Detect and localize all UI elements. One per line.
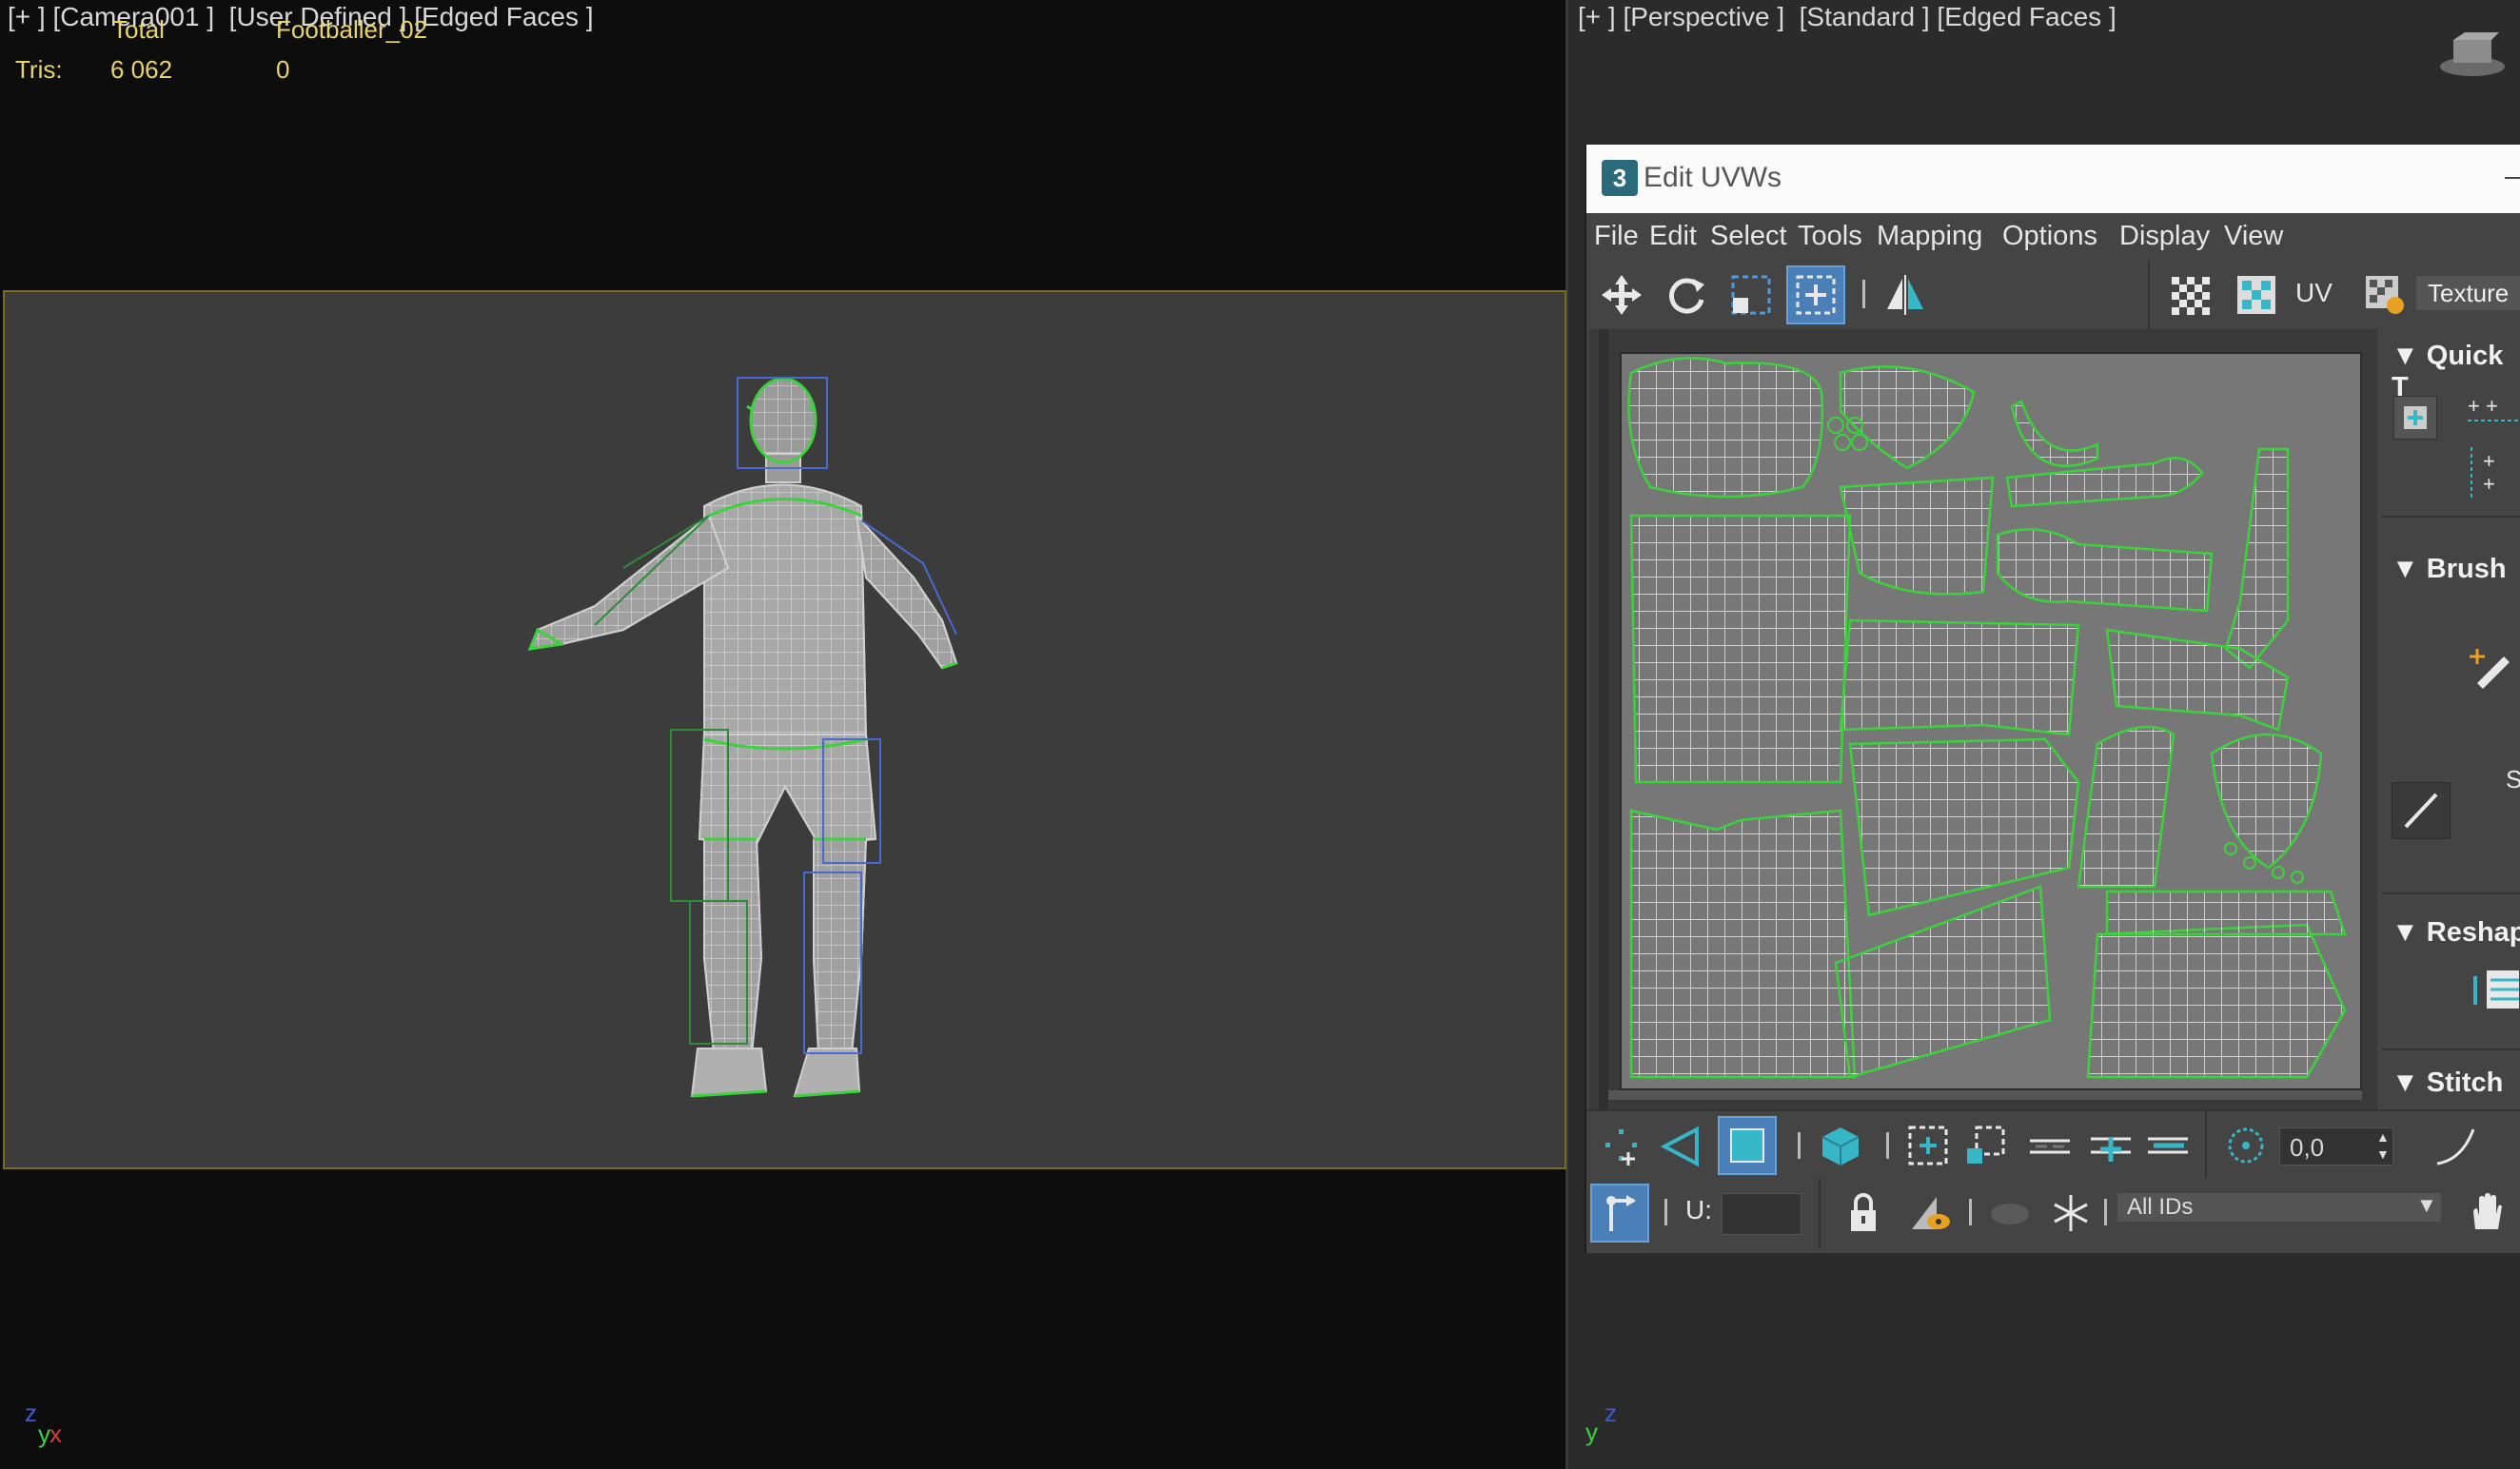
brush-line-icon[interactable]	[2392, 782, 2451, 839]
svg-text:+ +: + +	[2468, 394, 2498, 418]
brush-partial-label: S	[2506, 765, 2520, 793]
uvw-window-title: Edit UVWs	[1644, 162, 1782, 193]
options-toolbar: U: All IDs ▼	[1586, 1178, 2520, 1249]
svg-text:+: +	[2483, 449, 2495, 473]
toolbar-divider	[2148, 261, 2150, 329]
falloff-curve-icon[interactable]	[2426, 1116, 2485, 1175]
toolbar-divider	[1819, 1178, 1821, 1249]
rollout-divider	[2382, 516, 2520, 518]
pivot-transform-icon[interactable]	[1590, 1184, 1649, 1243]
toolbar-divider	[1886, 1132, 1889, 1159]
loop-select-icon[interactable]	[2020, 1116, 2079, 1175]
checker-grid-icon[interactable]	[2160, 265, 2219, 324]
uvw-title-bar[interactable]: 3 Edit UVWs	[1586, 145, 2520, 213]
rollout-stitch-label: Stitch	[2426, 1067, 2504, 1098]
uv-toggle-label[interactable]: UV	[2295, 278, 2333, 308]
menu-options[interactable]: Options	[2002, 221, 2097, 252]
loop-grow-icon[interactable]	[2081, 1116, 2140, 1175]
menu-display[interactable]: Display	[2119, 221, 2210, 252]
reshape-straighten-icon[interactable]	[2468, 963, 2520, 1016]
hide-selection-icon[interactable]	[1980, 1184, 2039, 1243]
texture-dropdown[interactable]: Texture	[2416, 276, 2520, 310]
texture-settings-icon[interactable]	[2355, 265, 2414, 324]
shrink-selection-icon[interactable]	[1956, 1116, 2015, 1175]
lock-selection-icon[interactable]	[1834, 1184, 1893, 1243]
rollout-stitch[interactable]: ▼ Stitch	[2392, 1067, 2503, 1099]
pan-hand-icon[interactable]	[2456, 1184, 2515, 1243]
grow-selection-icon[interactable]	[1899, 1116, 1958, 1175]
scale-tool-icon[interactable]	[1722, 265, 1781, 324]
perspective-viewport-label[interactable]: [+ ] [Perspective ] [Standard ] [Edged F…	[1578, 2, 2116, 32]
edge-select-icon[interactable]	[1651, 1116, 1710, 1175]
persp-axis-z-label: z	[1605, 1399, 1617, 1427]
freeze-selection-icon[interactable]	[2041, 1184, 2100, 1243]
app-logo-icon: 3	[1602, 160, 1638, 196]
rollout-reshape[interactable]: ▼ Reshap	[2392, 917, 2520, 949]
rollout-divider	[2382, 1048, 2520, 1050]
vertex-select-icon[interactable]	[1592, 1116, 1651, 1175]
stats-total-header: Total	[112, 15, 165, 44]
minimize-icon[interactable]	[2505, 177, 2520, 179]
rollout-brush-label: Brush	[2426, 554, 2507, 584]
footballer-wireframe-model	[527, 377, 958, 1098]
persp-axis-y-label: y	[1585, 1418, 1598, 1446]
vertical-scrollbar[interactable]	[1599, 329, 1608, 1109]
loop-shrink-icon[interactable]	[2138, 1116, 2197, 1175]
face-select-icon[interactable]	[1718, 1116, 1777, 1175]
show-hidden-edges-icon[interactable]	[1900, 1184, 1959, 1243]
toolbar-divider	[1664, 1199, 1667, 1225]
rotate-tool-icon[interactable]	[1657, 265, 1716, 324]
horizontal-scrollbar[interactable]	[1608, 1090, 2362, 1100]
rollout-reshape-label: Reshap	[2426, 917, 2520, 948]
svg-text:+: +	[2483, 472, 2495, 496]
uvw-toolbar: UV Texture	[1586, 261, 2520, 329]
toolbar-divider	[2104, 1199, 2107, 1225]
uvw-side-panel: ▼ Quick T + + + + ▼ Brush S ▼ Reshap ▼ St…	[2382, 329, 2520, 1109]
menu-mapping[interactable]: Mapping	[1877, 221, 1982, 252]
safe-frame	[3, 290, 1566, 1169]
menu-tools[interactable]: Tools	[1798, 221, 1862, 252]
rollout-brush[interactable]: ▼ Brush	[2392, 554, 2507, 585]
freeform-tool-icon[interactable]	[1786, 265, 1845, 324]
move-tool-icon[interactable]	[1592, 265, 1651, 324]
align-horizontal-icon[interactable]: + +	[2462, 386, 2520, 434]
material-id-filter-dropdown[interactable]: All IDs	[2117, 1193, 2441, 1222]
stats-tris-label: Tris:	[15, 55, 63, 84]
menu-edit[interactable]: Edit	[1649, 221, 1697, 252]
uv-editor-viewport[interactable]	[1589, 329, 2377, 1109]
element-select-icon[interactable]	[1811, 1116, 1870, 1175]
align-vertical-icon[interactable]: + +	[2462, 441, 2520, 502]
u-coordinate-label: U:	[1685, 1195, 1712, 1224]
dropdown-chevron-icon[interactable]: ▼	[2416, 1193, 2437, 1218]
toolbar-divider	[1798, 1132, 1801, 1159]
uvw-menu-bar: File Edit Select Tools Mapping Options D…	[1586, 213, 2520, 261]
stats-object-header: Footballer_02	[276, 15, 427, 44]
stats-tris-total: 6 062	[110, 55, 173, 84]
rollout-divider	[2382, 892, 2520, 894]
edit-uvws-window[interactable]: 3 Edit UVWs File Edit Select Tools Mappi…	[1585, 145, 2520, 1253]
toolbar-divider	[2205, 1111, 2207, 1180]
paint-brush-icon[interactable]	[2468, 641, 2517, 691]
checker-texture-icon[interactable]	[2227, 265, 2286, 324]
axis-x-label: x	[49, 1420, 62, 1448]
mirror-tool-icon[interactable]	[1876, 265, 1935, 324]
u-coordinate-input[interactable]	[1722, 1193, 1801, 1235]
selection-toolbar: 0,0 ▲ ▼	[1586, 1109, 2520, 1180]
menu-file[interactable]: File	[1594, 221, 1639, 252]
axis-z-label: z	[25, 1399, 37, 1427]
soft-selection-icon[interactable]	[2216, 1116, 2275, 1175]
toolbar-divider	[1862, 280, 1865, 308]
menu-select[interactable]: Select	[1710, 221, 1787, 252]
toolbar-divider	[1969, 1199, 1972, 1225]
uv-layout-canvas[interactable]	[1620, 352, 2362, 1090]
spinner-arrows-icon[interactable]: ▲ ▼	[2376, 1128, 2390, 1163]
stats-tris-object: 0	[276, 55, 290, 84]
quick-transform-add-icon[interactable]	[2393, 396, 2437, 440]
viewcube-home-icon[interactable]	[2436, 29, 2509, 78]
menu-view[interactable]: View	[2224, 221, 2283, 252]
